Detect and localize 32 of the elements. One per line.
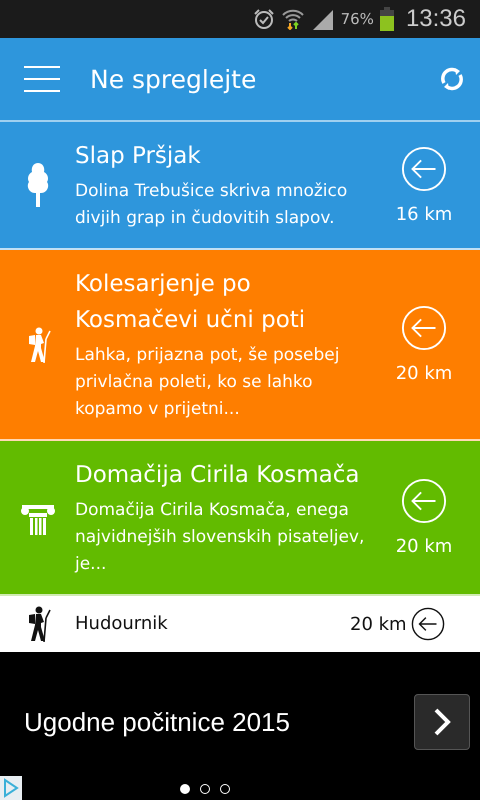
clock: 13:36 <box>406 5 466 33</box>
alarm-icon <box>252 8 275 30</box>
page-dot[interactable] <box>180 784 190 794</box>
place-title: Hudournik <box>75 612 169 636</box>
distance: 20 km <box>396 363 452 384</box>
ad-headline: Ugodne počitnice 2015 <box>24 706 291 738</box>
menu-icon <box>24 66 60 92</box>
distance: 20 km <box>350 614 407 634</box>
place-card[interactable]: Domačija Cirila Kosmača Domačija Cirila Kosmača, enega najvidnejših slovenskih pisateljev, je... 20 km <box>0 441 480 596</box>
refresh-icon <box>438 65 466 93</box>
place-title: Slap Pršjak <box>75 142 202 171</box>
place-description: Domačija Cirila Kosmača, enega najvidnejših slovenskih pisateljev, je... <box>75 499 366 576</box>
distance: 16 km <box>396 204 452 224</box>
menu-button[interactable] <box>24 66 60 92</box>
next-button[interactable] <box>414 694 470 750</box>
battery-icon <box>380 7 394 31</box>
refresh-button[interactable] <box>438 65 466 93</box>
place-description: Dolina Trebušice skriva množico divjih grap in čudovitih slapov. <box>75 180 348 230</box>
ad-banner[interactable]: Ugodne počitnice 2015 <box>0 652 480 800</box>
page-dot[interactable] <box>200 784 210 794</box>
chevron-right-icon <box>433 707 451 737</box>
place-description: Lahka, prijazna pot, še posebej privlačna poleti, ko se lahko kopamo v prijetni... <box>75 344 340 421</box>
battery-percent: 76% <box>340 10 374 28</box>
place-title: Domačija Cirila Kosmača <box>75 461 360 490</box>
place-card[interactable]: Slap Pršjak Dolina Trebušice skriva množico divjih grap in čudovitih slapov. 16 km <box>0 122 480 250</box>
wifi-icon <box>280 8 305 30</box>
place-card[interactable]: Kolesarjenje po Kosmačevi učni poti Lahka, prijazna pot, še posebej privlačna poleti, ko se lahko kopamo v prijetni... 20 km <box>0 250 480 441</box>
signal-icon <box>310 8 335 30</box>
place-title: Kolesarjenje po Kosmačevi učni poti <box>75 270 306 335</box>
distance: 20 km <box>396 536 452 557</box>
page-dot[interactable] <box>220 784 230 794</box>
screen-title: Ne spreglejte <box>90 64 258 94</box>
